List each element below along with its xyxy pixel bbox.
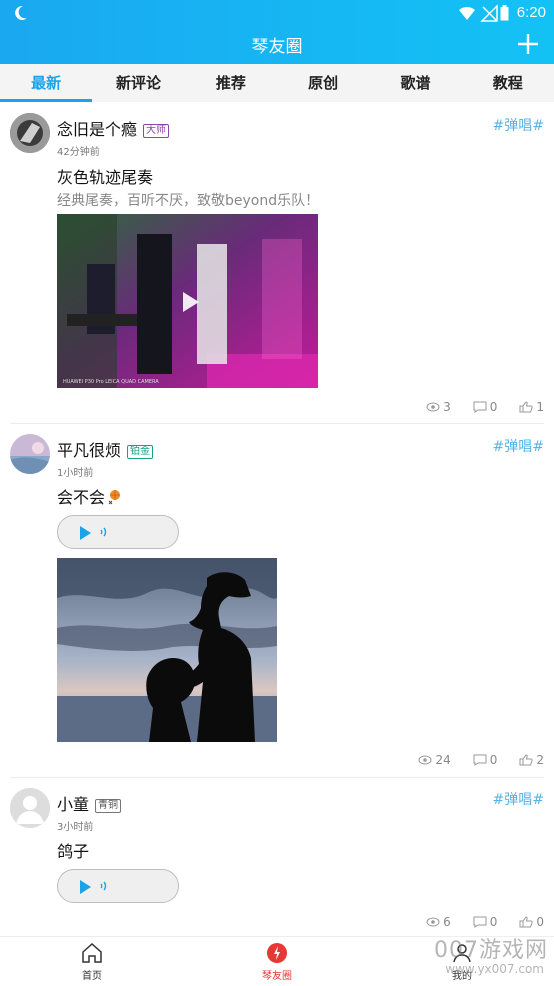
page-title: 琴友圈 [251,37,303,57]
like-count[interactable]: 1 [519,400,544,414]
post-card[interactable]: 平凡很烦 铂金 1小时前 #弹唱# 会不会 24 0 2 [0,432,554,775]
post-tag[interactable]: #弹唱# [493,115,544,135]
audio-play-button[interactable] [57,515,179,549]
view-count: 3 [426,400,451,414]
post-time: 42分钟前 [57,147,100,158]
thumbs-up-icon [519,916,533,928]
post-stats: 6 0 0 [404,915,544,929]
eye-icon [426,402,440,412]
like-count[interactable]: 0 [519,915,544,929]
tab-tutorials[interactable]: 教程 [462,64,554,102]
post-tag[interactable]: #弹唱# [493,789,544,809]
battery-icon [500,5,509,21]
add-post-button[interactable] [516,32,540,56]
tab-sheet-music[interactable]: 歌谱 [369,64,461,102]
tab-original[interactable]: 原创 [277,64,369,102]
post-time: 3小时前 [57,822,94,833]
play-icon [80,526,91,540]
username-text[interactable]: 小童 [57,795,89,814]
post-image[interactable] [57,558,277,742]
level-badge: 铂金 [127,445,154,459]
tab-new-comments[interactable]: 新评论 [92,64,184,102]
comment-count[interactable]: 0 [473,400,497,414]
app-header: 6:20 琴友圈 [0,0,554,64]
post-card[interactable]: 念旧是个瘾 大师 42分钟前 #弹唱# 灰色轨迹尾奏 经典尾奏，百听不厌，致敬be… [0,110,554,425]
sound-wave-icon [100,527,107,537]
status-time: 6:20 [516,4,546,21]
comment-icon [473,401,487,413]
camera-watermark: HUAWEI P30 Pro LEICA QUAD CAMERA [63,379,159,385]
username-text[interactable]: 念旧是个瘾 [57,120,137,139]
post-title[interactable]: 鸽子 [57,838,89,862]
site-watermark-url: www.yx007.com [445,962,544,976]
nav-community[interactable]: 琴友圈 [237,941,317,982]
thumbs-up-icon [519,754,533,766]
username[interactable]: 念旧是个瘾 大师 [57,116,170,140]
avatar[interactable] [10,788,50,828]
status-bar: 6:20 [0,0,554,26]
post-tag[interactable]: #弹唱# [493,436,544,456]
post-divider [10,777,544,778]
username-text[interactable]: 平凡很烦 [57,441,121,460]
username[interactable]: 平凡很烦 铂金 [57,437,154,461]
sound-wave-icon [100,881,107,891]
guitar-pick-icon [267,943,287,963]
thumbs-up-icon [519,401,533,413]
site-watermark: 007游戏网 [434,938,548,963]
post-divider [10,423,544,424]
level-badge: 大师 [143,124,170,138]
play-icon [80,880,91,894]
like-count[interactable]: 2 [519,753,544,767]
post-time: 1小时前 [57,468,94,479]
avatar[interactable] [10,434,50,474]
eye-icon [426,917,440,927]
audio-play-button[interactable] [57,869,179,903]
tab-latest[interactable]: 最新 [0,64,93,102]
moon-icon [15,5,27,20]
post-description: 经典尾奏，百听不厌，致敬beyond乐队！ [57,193,320,209]
post-stats: 24 0 2 [396,753,544,767]
view-count: 6 [426,915,451,929]
username[interactable]: 小童 青铜 [57,791,122,815]
view-count: 24 [418,753,451,767]
category-tabs: 最新 新评论 推荐 原创 歌谱 教程 [0,64,554,102]
post-title[interactable]: 会不会 [57,484,122,508]
comment-icon [473,916,487,928]
video-thumbnail[interactable]: HUAWEI P30 Pro LEICA QUAD CAMERA [57,214,318,388]
post-card[interactable]: 小童 青铜 3小时前 #弹唱# 鸽子 6 0 0 [0,786,554,934]
post-title[interactable]: 灰色轨迹尾奏 [57,164,153,188]
wifi-icon [459,6,475,20]
comment-count[interactable]: 0 [473,915,497,929]
level-badge: 青铜 [95,799,122,813]
tab-recommended[interactable]: 推荐 [185,64,277,102]
nav-home[interactable]: 首页 [52,941,132,982]
home-icon [82,942,102,963]
avatar[interactable] [10,113,50,153]
no-signal-icon [480,4,498,22]
post-stats: 3 0 1 [404,400,544,414]
eye-icon [418,755,432,765]
basketball-emoji-icon [108,490,121,505]
comment-icon [473,754,487,766]
comment-count[interactable]: 0 [473,753,497,767]
